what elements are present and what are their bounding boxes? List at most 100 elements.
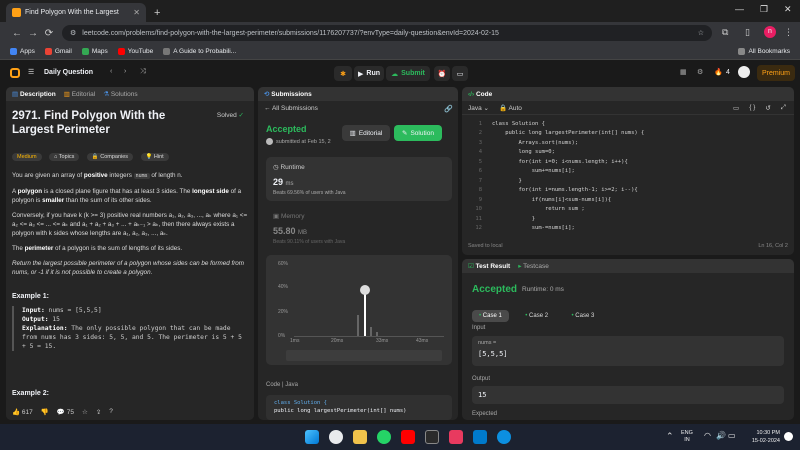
youtube-app-icon[interactable] [401, 430, 415, 444]
tab-submissions[interactable]: ⟲ Submissions [264, 90, 312, 98]
minimize-icon[interactable]: — [735, 4, 744, 14]
braces-icon[interactable]: { } [749, 104, 755, 111]
back-icon[interactable]: ← [10, 28, 24, 39]
bookmark-youtube[interactable]: YouTube [117, 48, 153, 55]
chevron-up-icon[interactable]: ⌃ [666, 431, 674, 442]
code-line[interactable]: 11 } [462, 214, 794, 224]
runtime-card[interactable]: ◷ Runtime 29 ms Beats 69.56% of users wi… [266, 157, 452, 201]
settings-icon[interactable]: ⚙ [697, 68, 703, 76]
vscode-icon[interactable] [473, 430, 487, 444]
maximize-icon[interactable]: ❐ [760, 4, 768, 15]
tab-close-icon[interactable]: ✕ [133, 8, 140, 17]
help-button[interactable]: ? [109, 408, 113, 415]
topics-tag[interactable]: ⌂ Topics [49, 153, 80, 161]
case-2-tab[interactable]: • Case 2 [518, 310, 555, 322]
site-info-icon[interactable]: ⚙ [70, 29, 76, 37]
downloads-icon[interactable]: ▯ [745, 27, 750, 38]
notes-button[interactable]: ▭ [452, 66, 468, 81]
problem-list-icon[interactable]: ☰ [28, 68, 34, 76]
layout-icon[interactable]: ▦ [680, 68, 687, 76]
premium-button[interactable]: Premium [757, 65, 795, 81]
submit-button[interactable]: ☁ Submit [386, 66, 430, 81]
timer-button[interactable]: ⏰ [434, 66, 450, 81]
wifi-icon[interactable]: ◠ [704, 431, 711, 440]
profile-avatar[interactable]: n [764, 26, 776, 38]
expand-icon[interactable]: ⤢ [781, 104, 786, 112]
daily-question-link[interactable]: Daily Question [44, 69, 93, 76]
code-editor[interactable]: 1 class Solution {2 public long largestPe… [462, 119, 794, 234]
whatsapp-icon[interactable] [377, 430, 391, 444]
volume-icon[interactable]: 🔊 [716, 431, 726, 440]
tab-editorial[interactable]: ▥ Editorial [64, 90, 95, 98]
extensions-icon[interactable]: ⧉ [722, 27, 728, 38]
prev-problem-icon[interactable]: ‹ [110, 68, 112, 75]
code-line[interactable]: 12 sum-=nums[i]; [462, 224, 794, 234]
code-line[interactable]: 9 if(nums[i]<sum-nums[i]){ [462, 195, 794, 205]
file-explorer-icon[interactable] [353, 430, 367, 444]
comments-button[interactable]: 💬 75 [57, 408, 74, 416]
hint-tag[interactable]: 💡 Hint [140, 153, 169, 161]
editorial-button[interactable]: ▥ Editorial [342, 125, 390, 141]
bookmark-gmail[interactable]: Gmail [44, 48, 72, 55]
windows-start-icon[interactable] [305, 430, 319, 444]
reload-icon[interactable]: ⟳ [42, 28, 56, 39]
case-1-tab[interactable]: • Case 1 [472, 310, 509, 322]
code-line[interactable]: 7 } [462, 176, 794, 186]
code-line[interactable]: 5 for(int i=0; i<nums.length; i++){ [462, 157, 794, 167]
bookmark-apps[interactable]: Apps [10, 48, 35, 55]
notification-icon[interactable] [784, 432, 793, 441]
bookmark-icon[interactable]: ▭ [733, 104, 739, 112]
url-input[interactable]: ⚙ leetcode.com/problems/find-polygon-wit… [62, 25, 712, 41]
case-3-tab[interactable]: • Case 3 [565, 310, 602, 322]
debug-button[interactable]: ✱ [334, 66, 352, 81]
memory-card[interactable]: ▣ Memory 55.80 MB Beats 90.11% of users … [266, 207, 452, 249]
tab-testcase[interactable]: ▸ Testcase [518, 262, 549, 270]
chrome-icon[interactable] [329, 430, 343, 444]
all-submissions-link[interactable]: ← All Submissions [264, 105, 318, 112]
like-button[interactable]: 👍 617 [12, 408, 33, 416]
tab-solutions[interactable]: ⚗ Solutions [103, 90, 137, 98]
language-select[interactable]: Java ⌄ [468, 104, 489, 112]
code-line[interactable]: 4 long sum=0; [462, 148, 794, 158]
solution-button[interactable]: ✎ Solution [394, 125, 442, 141]
my-runtime-marker[interactable] [360, 285, 370, 295]
chart-range-slider[interactable] [286, 350, 442, 361]
run-button[interactable]: ▶ Run [354, 66, 384, 81]
browser-tab[interactable]: Find Polygon With the Largest ✕ [6, 3, 146, 22]
auto-toggle[interactable]: 🔒 Auto [499, 104, 522, 112]
leetcode-logo-icon[interactable] [10, 68, 20, 78]
language-indicator[interactable]: ENG IN [681, 430, 693, 444]
companies-tag[interactable]: 🔒 Companies [86, 153, 134, 161]
code-line[interactable]: 10 return sum ; [462, 205, 794, 215]
reset-icon[interactable]: ↺ [765, 104, 770, 112]
battery-icon[interactable]: ▭ [728, 431, 736, 440]
intellij-icon[interactable] [425, 430, 439, 444]
bookmark-guide[interactable]: A Guide to Probabili... [163, 48, 236, 55]
code-line[interactable]: 2 public long largestPerimeter(int[] num… [462, 129, 794, 139]
code-line[interactable]: 13 } [462, 233, 794, 234]
tab-description[interactable]: ▤ Description [12, 90, 56, 98]
code-line[interactable]: 1 class Solution { [462, 119, 794, 129]
forward-icon[interactable]: → [26, 28, 40, 39]
edge-icon[interactable] [497, 430, 511, 444]
tab-code[interactable]: ‹/› Code [468, 91, 492, 98]
menu-icon[interactable]: ⋮ [784, 27, 793, 38]
clock[interactable]: 10:30 PM 15-02-2024 [740, 429, 780, 445]
close-window-icon[interactable]: ✕ [784, 4, 792, 15]
code-line[interactable]: 6 sum+=nums[i]; [462, 167, 794, 177]
tab-test-result[interactable]: ☑ Test Result [468, 262, 510, 270]
code-line[interactable]: 8 for(int i=nums.length-1; i>=2; i--){ [462, 186, 794, 196]
star-icon[interactable]: ☆ [698, 29, 704, 37]
shuffle-icon[interactable]: ⤨ [140, 68, 146, 76]
new-tab-button[interactable]: + [154, 7, 160, 19]
favorite-button[interactable]: ☆ [82, 408, 88, 416]
all-bookmarks[interactable]: All Bookmarks [738, 48, 790, 55]
dislike-button[interactable]: 👎 [41, 408, 49, 416]
code-line[interactable]: 3 Arrays.sort(nums); [462, 138, 794, 148]
user-avatar[interactable] [738, 66, 750, 78]
next-problem-icon[interactable]: › [124, 68, 126, 75]
app-icon[interactable] [449, 430, 463, 444]
link-icon[interactable]: 🔗 [444, 105, 453, 113]
share-button[interactable]: ⇪ [96, 408, 101, 416]
bookmark-maps[interactable]: Maps [81, 48, 108, 55]
